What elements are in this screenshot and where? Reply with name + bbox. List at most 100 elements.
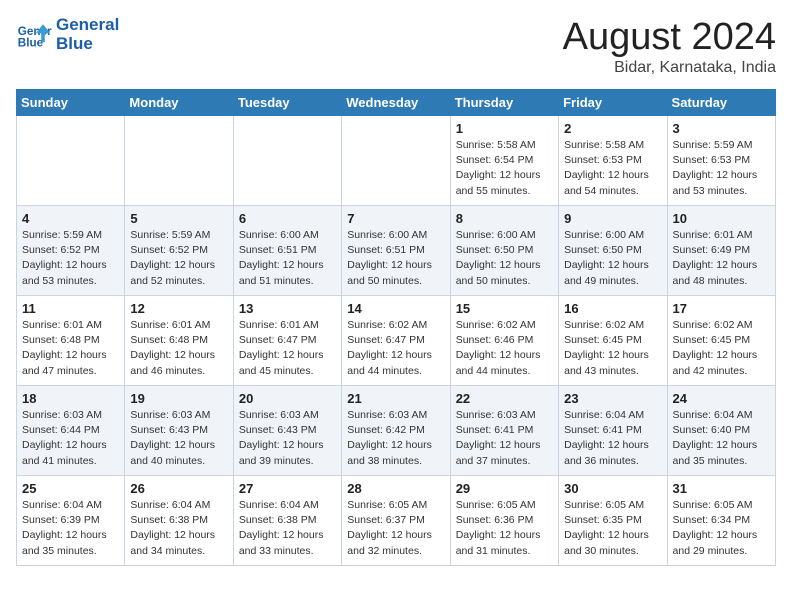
day-info: Sunrise: 5:58 AM Sunset: 6:53 PM Dayligh… bbox=[564, 138, 661, 199]
day-number: 3 bbox=[673, 121, 770, 136]
day-info: Sunrise: 6:03 AM Sunset: 6:41 PM Dayligh… bbox=[456, 408, 553, 469]
title-block: August 2024 Bidar, Karnataka, India bbox=[563, 16, 776, 77]
calendar-cell: 25 Sunrise: 6:04 AM Sunset: 6:39 PM Dayli… bbox=[17, 476, 125, 566]
day-info: Sunrise: 6:00 AM Sunset: 6:50 PM Dayligh… bbox=[456, 228, 553, 289]
day-number: 12 bbox=[130, 301, 227, 316]
calendar-cell: 14 Sunrise: 6:02 AM Sunset: 6:47 PM Dayli… bbox=[342, 296, 450, 386]
day-info: Sunrise: 6:02 AM Sunset: 6:45 PM Dayligh… bbox=[673, 318, 770, 379]
weekday-header-wednesday: Wednesday bbox=[342, 90, 450, 116]
calendar-cell: 31 Sunrise: 6:05 AM Sunset: 6:34 PM Dayli… bbox=[667, 476, 775, 566]
day-info: Sunrise: 6:05 AM Sunset: 6:34 PM Dayligh… bbox=[673, 498, 770, 559]
logo-icon: General Blue bbox=[16, 17, 52, 53]
calendar-cell: 11 Sunrise: 6:01 AM Sunset: 6:48 PM Dayli… bbox=[17, 296, 125, 386]
logo-text-line2: Blue bbox=[56, 35, 119, 54]
calendar-week-row: 4 Sunrise: 5:59 AM Sunset: 6:52 PM Daylig… bbox=[17, 206, 776, 296]
weekday-header-sunday: Sunday bbox=[17, 90, 125, 116]
day-info: Sunrise: 6:05 AM Sunset: 6:37 PM Dayligh… bbox=[347, 498, 444, 559]
day-number: 16 bbox=[564, 301, 661, 316]
calendar-cell: 30Sunrise: 6:05 AM Sunset: 6:35 PM Dayli… bbox=[559, 476, 667, 566]
day-number: 28 bbox=[347, 481, 444, 496]
day-info: Sunrise: 6:04 AM Sunset: 6:41 PM Dayligh… bbox=[564, 408, 661, 469]
day-number: 4 bbox=[22, 211, 119, 226]
page-header: General Blue General Blue August 2024 Bi… bbox=[16, 16, 776, 77]
weekday-header-tuesday: Tuesday bbox=[233, 90, 341, 116]
calendar-week-row: 11 Sunrise: 6:01 AM Sunset: 6:48 PM Dayli… bbox=[17, 296, 776, 386]
calendar-cell bbox=[342, 116, 450, 206]
day-info: Sunrise: 6:01 AM Sunset: 6:47 PM Dayligh… bbox=[239, 318, 336, 379]
calendar-cell: 22Sunrise: 6:03 AM Sunset: 6:41 PM Dayli… bbox=[450, 386, 558, 476]
calendar-cell: 26 Sunrise: 6:04 AM Sunset: 6:38 PM Dayli… bbox=[125, 476, 233, 566]
weekday-header-thursday: Thursday bbox=[450, 90, 558, 116]
day-info: Sunrise: 5:59 AM Sunset: 6:52 PM Dayligh… bbox=[22, 228, 119, 289]
calendar-table: SundayMondayTuesdayWednesdayThursdayFrid… bbox=[16, 89, 776, 566]
calendar-cell: 10Sunrise: 6:01 AM Sunset: 6:49 PM Dayli… bbox=[667, 206, 775, 296]
day-number: 26 bbox=[130, 481, 227, 496]
day-number: 17 bbox=[673, 301, 770, 316]
logo: General Blue General Blue bbox=[16, 16, 119, 53]
calendar-cell: 28 Sunrise: 6:05 AM Sunset: 6:37 PM Dayli… bbox=[342, 476, 450, 566]
calendar-cell bbox=[233, 116, 341, 206]
calendar-week-row: 18Sunrise: 6:03 AM Sunset: 6:44 PM Dayli… bbox=[17, 386, 776, 476]
day-number: 7 bbox=[347, 211, 444, 226]
day-info: Sunrise: 6:01 AM Sunset: 6:48 PM Dayligh… bbox=[130, 318, 227, 379]
day-info: Sunrise: 6:04 AM Sunset: 6:38 PM Dayligh… bbox=[130, 498, 227, 559]
day-info: Sunrise: 6:01 AM Sunset: 6:49 PM Dayligh… bbox=[673, 228, 770, 289]
day-number: 31 bbox=[673, 481, 770, 496]
day-number: 30 bbox=[564, 481, 661, 496]
day-info: Sunrise: 6:00 AM Sunset: 6:51 PM Dayligh… bbox=[239, 228, 336, 289]
day-info: Sunrise: 6:01 AM Sunset: 6:48 PM Dayligh… bbox=[22, 318, 119, 379]
calendar-cell: 17 Sunrise: 6:02 AM Sunset: 6:45 PM Dayli… bbox=[667, 296, 775, 386]
day-number: 11 bbox=[22, 301, 119, 316]
calendar-cell: 3 Sunrise: 5:59 AM Sunset: 6:53 PM Daylig… bbox=[667, 116, 775, 206]
day-info: Sunrise: 6:04 AM Sunset: 6:40 PM Dayligh… bbox=[673, 408, 770, 469]
day-number: 19 bbox=[130, 391, 227, 406]
calendar-cell: 18Sunrise: 6:03 AM Sunset: 6:44 PM Dayli… bbox=[17, 386, 125, 476]
day-info: Sunrise: 6:02 AM Sunset: 6:46 PM Dayligh… bbox=[456, 318, 553, 379]
calendar-cell bbox=[17, 116, 125, 206]
calendar-cell: 29Sunrise: 6:05 AM Sunset: 6:36 PM Dayli… bbox=[450, 476, 558, 566]
weekday-header-monday: Monday bbox=[125, 90, 233, 116]
day-number: 20 bbox=[239, 391, 336, 406]
calendar-subtitle: Bidar, Karnataka, India bbox=[563, 59, 776, 77]
day-number: 1 bbox=[456, 121, 553, 136]
weekday-header-row: SundayMondayTuesdayWednesdayThursdayFrid… bbox=[17, 90, 776, 116]
day-info: Sunrise: 6:04 AM Sunset: 6:38 PM Dayligh… bbox=[239, 498, 336, 559]
day-info: Sunrise: 6:02 AM Sunset: 6:47 PM Dayligh… bbox=[347, 318, 444, 379]
calendar-cell: 24 Sunrise: 6:04 AM Sunset: 6:40 PM Dayli… bbox=[667, 386, 775, 476]
weekday-header-saturday: Saturday bbox=[667, 90, 775, 116]
calendar-cell: 12 Sunrise: 6:01 AM Sunset: 6:48 PM Dayli… bbox=[125, 296, 233, 386]
calendar-cell: 23 Sunrise: 6:04 AM Sunset: 6:41 PM Dayli… bbox=[559, 386, 667, 476]
calendar-week-row: 25 Sunrise: 6:04 AM Sunset: 6:39 PM Dayli… bbox=[17, 476, 776, 566]
day-number: 23 bbox=[564, 391, 661, 406]
weekday-header-friday: Friday bbox=[559, 90, 667, 116]
day-number: 24 bbox=[673, 391, 770, 406]
calendar-cell: 19 Sunrise: 6:03 AM Sunset: 6:43 PM Dayli… bbox=[125, 386, 233, 476]
day-info: Sunrise: 5:58 AM Sunset: 6:54 PM Dayligh… bbox=[456, 138, 553, 199]
day-number: 8 bbox=[456, 211, 553, 226]
calendar-cell: 7Sunrise: 6:00 AM Sunset: 6:51 PM Daylig… bbox=[342, 206, 450, 296]
day-number: 14 bbox=[347, 301, 444, 316]
day-number: 2 bbox=[564, 121, 661, 136]
day-number: 27 bbox=[239, 481, 336, 496]
day-number: 5 bbox=[130, 211, 227, 226]
day-number: 25 bbox=[22, 481, 119, 496]
day-info: Sunrise: 6:00 AM Sunset: 6:50 PM Dayligh… bbox=[564, 228, 661, 289]
day-info: Sunrise: 5:59 AM Sunset: 6:52 PM Dayligh… bbox=[130, 228, 227, 289]
day-info: Sunrise: 6:05 AM Sunset: 6:36 PM Dayligh… bbox=[456, 498, 553, 559]
day-info: Sunrise: 6:03 AM Sunset: 6:44 PM Dayligh… bbox=[22, 408, 119, 469]
day-info: Sunrise: 6:04 AM Sunset: 6:39 PM Dayligh… bbox=[22, 498, 119, 559]
calendar-cell: 13 Sunrise: 6:01 AM Sunset: 6:47 PM Dayli… bbox=[233, 296, 341, 386]
calendar-title: August 2024 bbox=[563, 16, 776, 59]
day-info: Sunrise: 5:59 AM Sunset: 6:53 PM Dayligh… bbox=[673, 138, 770, 199]
calendar-cell bbox=[125, 116, 233, 206]
day-number: 21 bbox=[347, 391, 444, 406]
day-number: 13 bbox=[239, 301, 336, 316]
svg-text:Blue: Blue bbox=[18, 36, 44, 49]
calendar-cell: 6Sunrise: 6:00 AM Sunset: 6:51 PM Daylig… bbox=[233, 206, 341, 296]
day-info: Sunrise: 6:03 AM Sunset: 6:43 PM Dayligh… bbox=[130, 408, 227, 469]
calendar-cell: 16 Sunrise: 6:02 AM Sunset: 6:45 PM Dayli… bbox=[559, 296, 667, 386]
day-info: Sunrise: 6:02 AM Sunset: 6:45 PM Dayligh… bbox=[564, 318, 661, 379]
calendar-cell: 5 Sunrise: 5:59 AM Sunset: 6:52 PM Daylig… bbox=[125, 206, 233, 296]
calendar-cell: 1 Sunrise: 5:58 AM Sunset: 6:54 PM Daylig… bbox=[450, 116, 558, 206]
calendar-cell: 20Sunrise: 6:03 AM Sunset: 6:43 PM Dayli… bbox=[233, 386, 341, 476]
